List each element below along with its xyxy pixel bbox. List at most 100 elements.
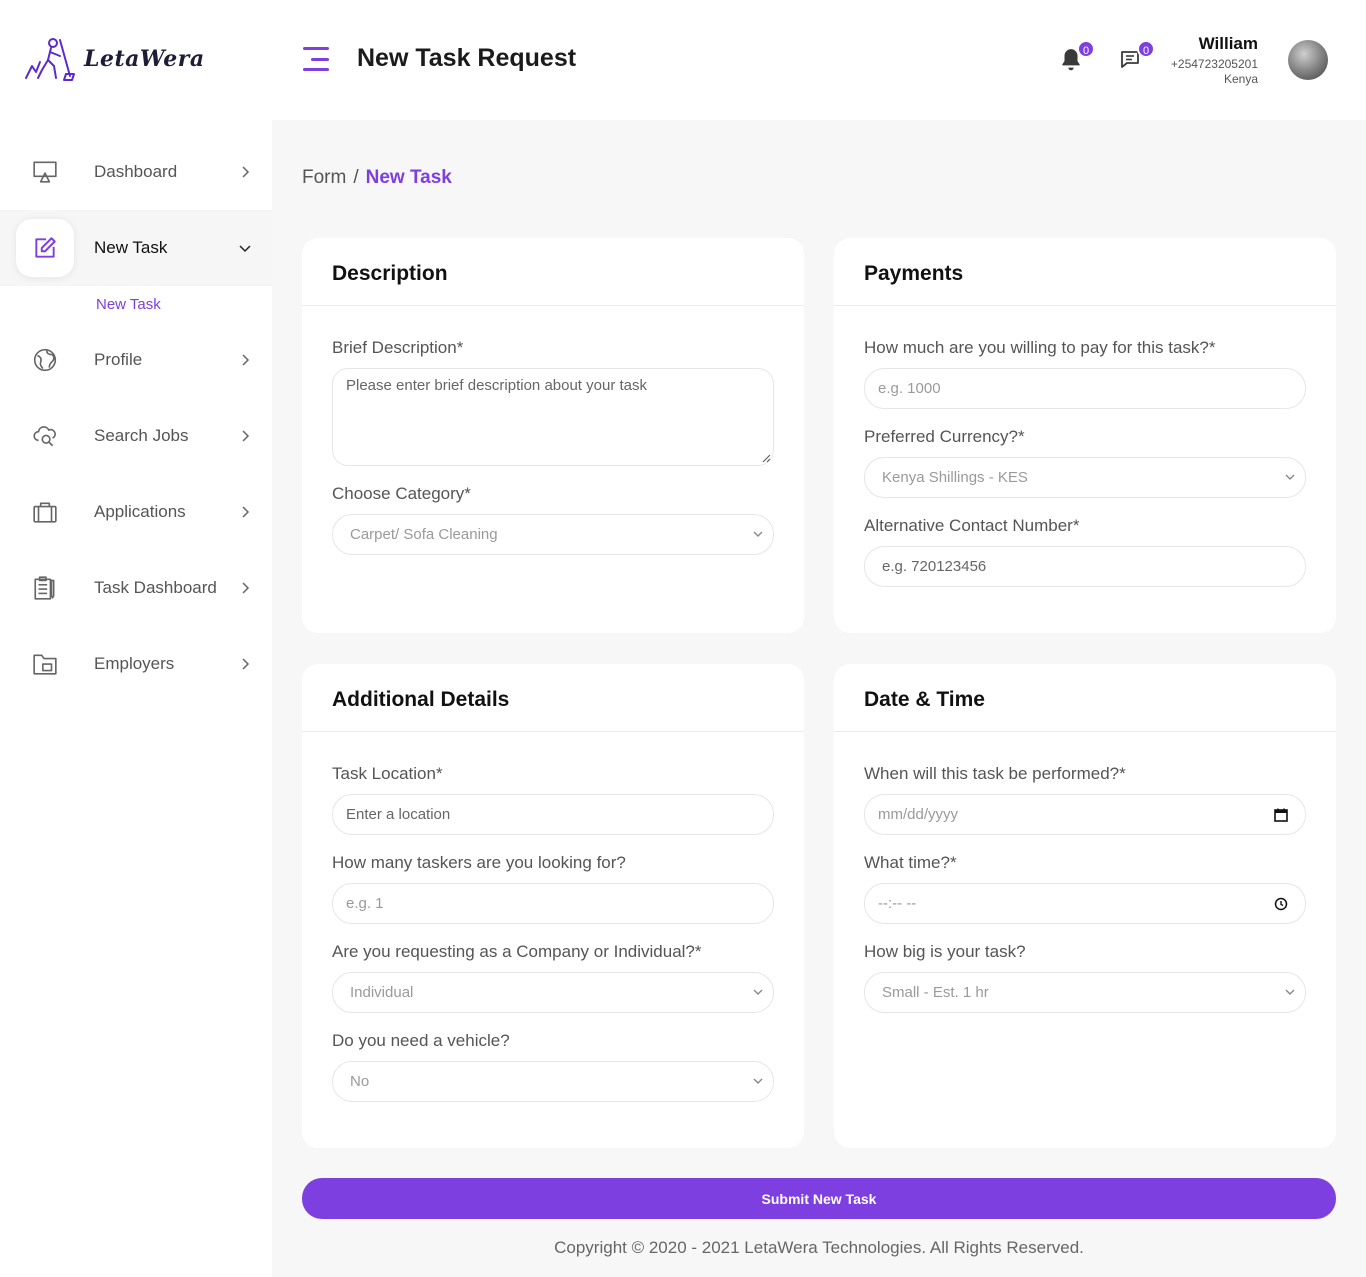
description-card: Description Brief Description* Please en… [302, 238, 804, 633]
sidebar-item-label: New Task [94, 238, 168, 257]
chevron-right-icon [242, 354, 250, 366]
chevron-right-icon [242, 658, 250, 670]
logo-icon [25, 38, 75, 81]
user-country: Kenya [1223, 72, 1258, 86]
location-placeholder: Enter a location [346, 806, 451, 823]
monitor-icon [31, 158, 59, 186]
taskers-placeholder: e.g. 1 [346, 895, 384, 912]
folder-icon [31, 650, 59, 678]
menu-toggle-icon[interactable] [303, 47, 329, 71]
payments-card: Payments How much are you willing to pay… [834, 238, 1336, 633]
sidebar-item-search-jobs[interactable]: Search Jobs [0, 398, 272, 474]
currency-label: Preferred Currency?* [864, 427, 1025, 446]
sidebar-item-label: Employers [94, 654, 175, 673]
user-name: William [1198, 34, 1258, 53]
date-input[interactable]: mm/dd/yyyy [864, 794, 1306, 835]
chevron-down-icon [753, 1078, 763, 1084]
requester-type-label: Are you requesting as a Company or Indiv… [332, 942, 702, 961]
task-size-select[interactable]: Small - Est. 1 hr [864, 972, 1306, 1013]
category-label: Choose Category* [332, 484, 471, 503]
time-label: What time?* [864, 853, 957, 872]
requester-type-select[interactable]: Individual [332, 972, 774, 1013]
sidebar-item-task-dashboard[interactable]: Task Dashboard [0, 550, 272, 626]
avatar[interactable] [1288, 40, 1328, 80]
submit-new-task-button[interactable]: Submit New Task [302, 1178, 1336, 1219]
brand-name: LetaWera [84, 46, 205, 72]
sidebar-subitem-new-task[interactable]: New Task [96, 296, 161, 313]
brief-description-placeholder: Please enter brief description about you… [346, 377, 648, 394]
sidebar-item-new-task[interactable]: New Task [0, 210, 272, 286]
chevron-down-icon [753, 989, 763, 995]
category-value: Carpet/ Sofa Cleaning [350, 526, 498, 543]
card-title: Description [302, 238, 804, 306]
sidebar-item-applications[interactable]: Applications [0, 474, 272, 550]
amount-placeholder: e.g. 1000 [878, 380, 941, 397]
calendar-icon[interactable] [1273, 807, 1289, 823]
sidebar-item-employers[interactable]: Employers [0, 626, 272, 702]
globe-icon [31, 346, 59, 374]
sidebar-item-dashboard[interactable]: Dashboard [0, 134, 272, 210]
currency-select[interactable]: Kenya Shillings - KES [864, 457, 1306, 498]
edit-icon [31, 234, 59, 262]
sidebar-item-label: Task Dashboard [94, 578, 217, 597]
taskers-input[interactable]: e.g. 1 [332, 883, 774, 924]
briefcase-icon [31, 498, 59, 526]
user-info[interactable]: William +254723205201 Kenya [1171, 34, 1258, 86]
sidebar-item-label: Dashboard [94, 162, 178, 181]
chevron-down-icon [1285, 989, 1295, 995]
user-phone: +254723205201 [1170, 57, 1258, 71]
location-label: Task Location* [332, 764, 443, 783]
breadcrumb: Form / New Task [302, 167, 452, 189]
chevron-right-icon [242, 430, 250, 442]
breadcrumb-parent[interactable]: Form [302, 167, 346, 188]
vehicle-select[interactable]: No [332, 1061, 774, 1102]
resize-handle-icon[interactable] [762, 454, 771, 463]
amount-input[interactable]: e.g. 1000 [864, 368, 1306, 409]
task-size-value: Small - Est. 1 hr [882, 984, 989, 1001]
chevron-down-icon [753, 531, 763, 537]
clipboard-icon [31, 574, 59, 602]
requester-type-value: Individual [350, 984, 414, 1001]
card-title: Additional Details [302, 664, 804, 732]
taskers-label: How many taskers are you looking for? [332, 853, 626, 872]
chevron-right-icon [242, 506, 250, 518]
vehicle-value: No [350, 1073, 370, 1090]
sidebar: Dashboard New Task New Task Profile Sear… [0, 120, 272, 1277]
date-time-card: Date & Time When will this task be perfo… [834, 664, 1336, 1148]
alt-contact-placeholder: e.g. 720123456 [882, 558, 987, 575]
sidebar-item-label: Profile [94, 350, 143, 369]
time-placeholder: --:-- -- [878, 895, 917, 912]
footer-copyright: Copyright © 2020 - 2021 LetaWera Technol… [554, 1238, 1084, 1257]
page-title: New Task Request [357, 44, 577, 72]
time-input[interactable]: --:-- -- [864, 883, 1306, 924]
sidebar-item-label: Applications [94, 502, 186, 521]
currency-value: Kenya Shillings - KES [882, 469, 1028, 486]
card-title: Payments [834, 238, 1336, 306]
chevron-down-icon [1285, 474, 1295, 480]
notifications-button[interactable]: 0 [1058, 40, 1095, 73]
amount-label: How much are you willing to pay for this… [864, 338, 1216, 357]
date-placeholder: mm/dd/yyyy [878, 806, 959, 823]
location-input[interactable]: Enter a location [332, 794, 774, 835]
chevron-right-icon [242, 582, 250, 594]
brief-description-label: Brief Description* [332, 338, 464, 357]
brand-logo[interactable]: LetaWera [24, 36, 205, 82]
additional-details-card: Additional Details Task Location* Enter … [302, 664, 804, 1148]
clock-icon[interactable] [1273, 896, 1289, 912]
breadcrumb-separator: / [353, 167, 359, 188]
notifications-badge: 0 [1077, 40, 1095, 58]
alt-contact-label: Alternative Contact Number* [864, 516, 1080, 535]
category-select[interactable]: Carpet/ Sofa Cleaning [332, 514, 774, 555]
chevron-down-icon [239, 245, 251, 253]
messages-button[interactable]: 0 [1118, 40, 1155, 73]
vehicle-label: Do you need a vehicle? [332, 1031, 510, 1050]
sidebar-item-profile[interactable]: Profile [0, 322, 272, 398]
card-title: Date & Time [834, 664, 1336, 732]
alt-contact-input[interactable]: e.g. 720123456 [864, 546, 1306, 587]
brief-description-textarea[interactable]: Please enter brief description about you… [332, 368, 774, 466]
breadcrumb-current: New Task [365, 167, 452, 188]
chevron-right-icon [242, 166, 250, 178]
messages-badge: 0 [1137, 40, 1155, 58]
task-size-label: How big is your task? [864, 942, 1026, 961]
date-label: When will this task be performed?* [864, 764, 1126, 783]
